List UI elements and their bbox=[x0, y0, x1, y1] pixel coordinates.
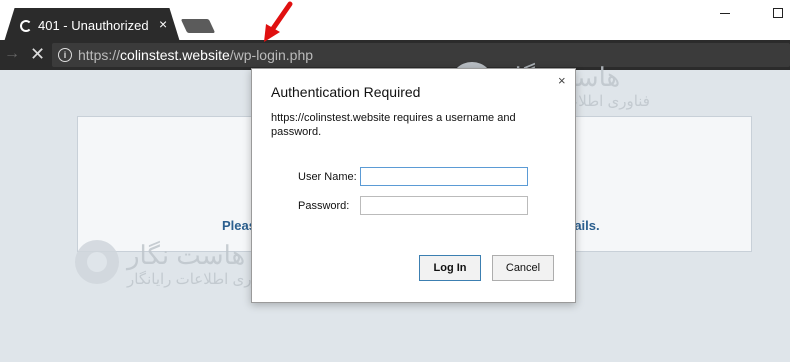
browser-toolbar: → ✕ i https://colinstest.website/wp-logi… bbox=[0, 40, 790, 70]
new-tab-button[interactable] bbox=[180, 19, 216, 33]
maximize-icon[interactable] bbox=[773, 8, 783, 18]
stop-loading-icon[interactable]: ✕ bbox=[30, 44, 45, 65]
dialog-title: Authentication Required bbox=[271, 84, 421, 100]
site-info-icon[interactable]: i bbox=[58, 48, 72, 62]
forward-icon[interactable]: → bbox=[4, 45, 20, 63]
username-label: User Name: bbox=[298, 171, 357, 183]
browser-tab[interactable]: 401 - Unauthorized × bbox=[4, 8, 180, 42]
username-field[interactable] bbox=[360, 167, 528, 186]
tab-strip: 401 - Unauthorized × bbox=[0, 0, 790, 42]
cancel-button[interactable]: Cancel bbox=[492, 255, 554, 281]
auth-dialog: × Authentication Required https://colins… bbox=[251, 68, 576, 303]
tab-close-icon[interactable]: × bbox=[159, 16, 167, 32]
browser-window: 401 - Unauthorized × → ✕ i https://colin… bbox=[0, 0, 790, 362]
dialog-message: https://colinstest.website requires a us… bbox=[271, 112, 516, 138]
url-scheme: https:// bbox=[78, 47, 121, 63]
url-path: /wp-login.php bbox=[229, 47, 314, 63]
watermark-logo-icon bbox=[75, 240, 119, 284]
annotation-arrow-icon bbox=[264, 1, 293, 42]
password-label: Password: bbox=[298, 200, 350, 212]
login-button[interactable]: Log In bbox=[419, 255, 481, 281]
url-text[interactable]: https://colinstest.website/wp-login.php bbox=[78, 47, 313, 63]
dialog-close-icon[interactable]: × bbox=[558, 73, 566, 88]
tab-title: 401 - Unauthorized bbox=[38, 18, 149, 33]
address-bar[interactable]: i https://colinstest.website/wp-login.ph… bbox=[52, 43, 790, 67]
loading-spinner-icon bbox=[20, 20, 32, 32]
watermark-line1: هاست نگار bbox=[127, 240, 246, 270]
password-field[interactable] bbox=[360, 196, 528, 215]
url-host: colinstest.website bbox=[120, 47, 230, 63]
minimize-icon[interactable] bbox=[720, 13, 730, 14]
